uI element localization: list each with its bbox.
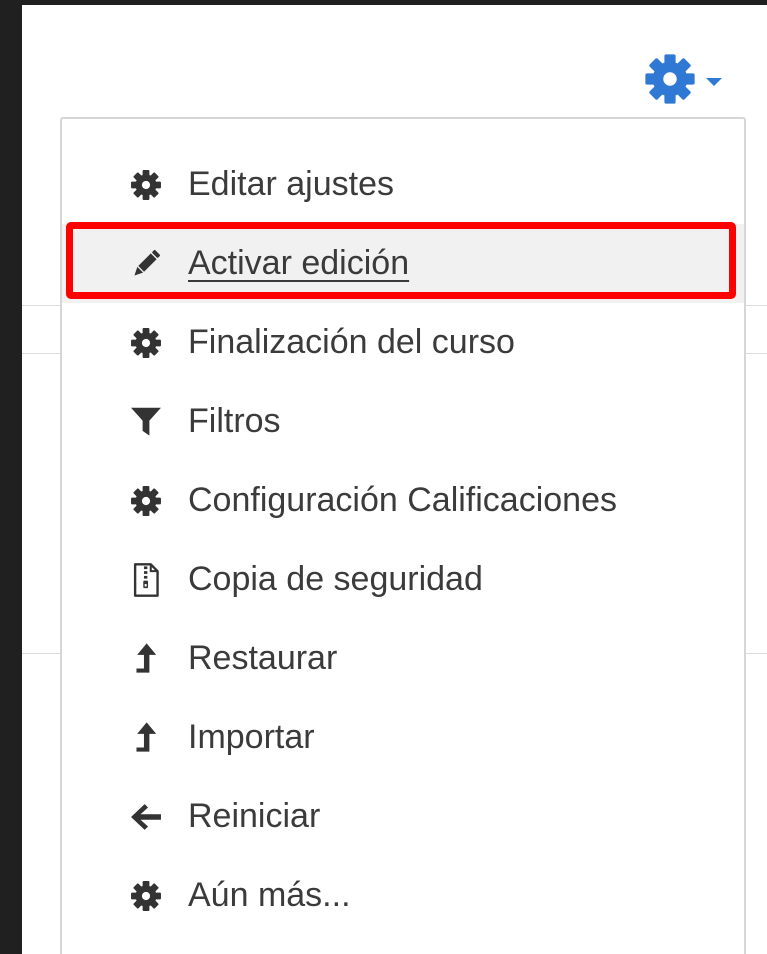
menu-item-label: Finalización del curso bbox=[188, 323, 515, 361]
upload-arrow-icon bbox=[126, 718, 166, 758]
menu-item-label: Filtros bbox=[188, 402, 281, 440]
menu-item-restaurar[interactable]: Restaurar bbox=[62, 619, 744, 698]
gear-icon bbox=[126, 165, 166, 205]
menu-item-filtros[interactable]: Filtros bbox=[62, 382, 744, 461]
zip-file-icon bbox=[126, 560, 166, 600]
filter-icon bbox=[126, 402, 166, 442]
menu-item-label: Aún más... bbox=[188, 876, 351, 914]
gear-icon bbox=[126, 323, 166, 363]
chevron-down-icon bbox=[706, 78, 722, 86]
menu-item-finalizacion-del-curso[interactable]: Finalización del curso bbox=[62, 303, 744, 382]
gear-icon bbox=[642, 51, 698, 107]
menu-item-aun-mas[interactable]: Aún más... bbox=[62, 856, 744, 935]
menu-item-label: Configuración Calificaciones bbox=[188, 481, 618, 519]
pencil-icon bbox=[126, 244, 166, 284]
gear-icon bbox=[126, 876, 166, 916]
settings-menu-toggle[interactable] bbox=[642, 51, 722, 107]
menu-item-editar-ajustes[interactable]: Editar ajustes bbox=[62, 145, 744, 224]
menu-item-reiniciar[interactable]: Reiniciar bbox=[62, 777, 744, 856]
menu-item-label: Copia de seguridad bbox=[188, 560, 483, 598]
settings-dropdown-menu: Editar ajustes Activar edición Finalizac… bbox=[60, 117, 746, 954]
menu-item-configuracion-calificaciones[interactable]: Configuración Calificaciones bbox=[62, 461, 744, 540]
menu-item-activar-edicion[interactable]: Activar edición bbox=[62, 224, 744, 303]
menu-item-label: Restaurar bbox=[188, 639, 338, 677]
menu-item-label: Importar bbox=[188, 718, 315, 756]
upload-arrow-icon bbox=[126, 639, 166, 679]
menu-item-importar[interactable]: Importar bbox=[62, 698, 744, 777]
gear-icon bbox=[126, 481, 166, 521]
arrow-left-icon bbox=[126, 797, 166, 837]
menu-item-label: Reiniciar bbox=[188, 797, 321, 835]
menu-item-copia-de-seguridad[interactable]: Copia de seguridad bbox=[62, 540, 744, 619]
menu-item-label: Activar edición bbox=[188, 244, 410, 282]
menu-item-label: Editar ajustes bbox=[188, 165, 394, 203]
page-frame: Editar ajustes Activar edición Finalizac… bbox=[22, 5, 767, 954]
